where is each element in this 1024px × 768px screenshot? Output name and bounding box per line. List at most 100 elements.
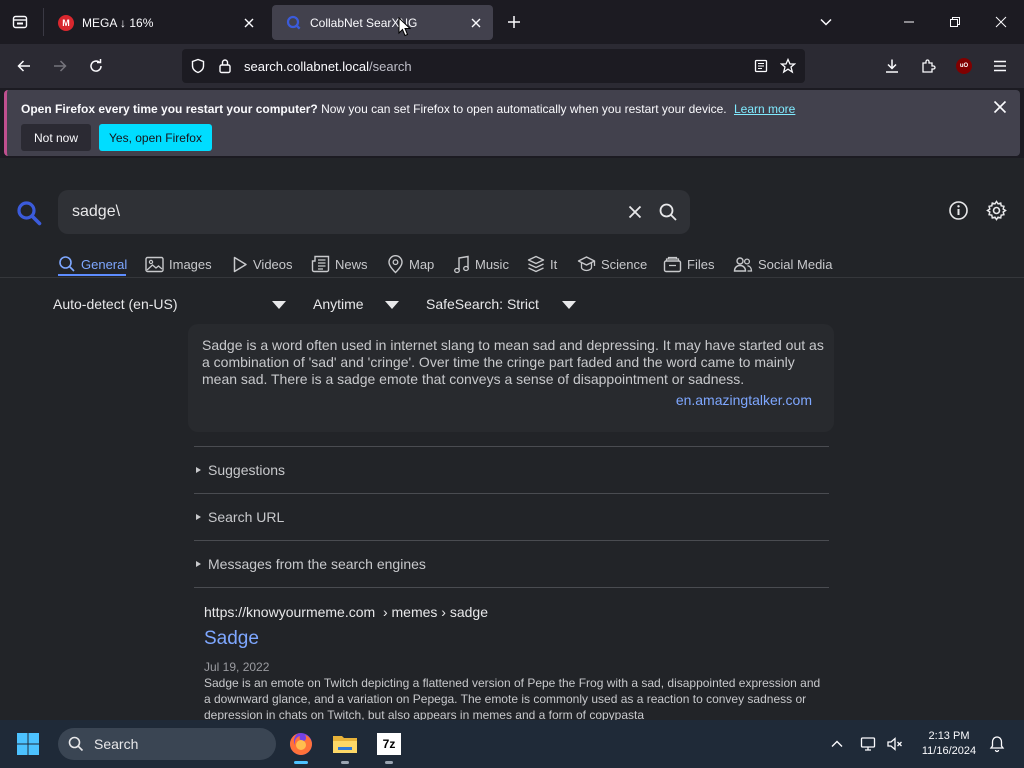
url-bar[interactable]: search.collabnet.local/search: [182, 49, 805, 83]
puzzle-icon: [922, 59, 936, 73]
minimize-button[interactable]: [886, 0, 932, 44]
running-indicator: [385, 761, 393, 764]
start-button[interactable]: [16, 732, 40, 756]
clear-icon[interactable]: [628, 205, 642, 219]
chevron-down-icon[interactable]: [562, 301, 576, 309]
search-icon: [59, 256, 75, 272]
time-range-select[interactable]: Anytime: [313, 296, 364, 312]
mega-icon: M: [58, 14, 74, 31]
safesearch-select[interactable]: SafeSearch: Strict: [426, 296, 539, 312]
language-select[interactable]: Auto-detect (en-US): [53, 296, 178, 312]
star-icon[interactable]: [780, 58, 796, 74]
restore-button[interactable]: [932, 0, 978, 44]
ublock-origin-button[interactable]: uO: [948, 50, 980, 82]
extensions-button[interactable]: [912, 50, 944, 82]
learn-more-link[interactable]: Learn more: [734, 102, 795, 116]
active-indicator: [294, 761, 308, 764]
not-now-button[interactable]: Not now: [21, 124, 91, 151]
chevron-up-icon[interactable]: [830, 737, 844, 751]
science-icon: [577, 256, 596, 272]
search-url-section[interactable]: Search URL: [194, 493, 829, 540]
ublock-icon: uO: [956, 58, 972, 74]
back-button[interactable]: [8, 50, 40, 82]
search-box[interactable]: sadge\: [58, 190, 690, 234]
close-icon[interactable]: [993, 100, 1007, 114]
reload-button[interactable]: [80, 50, 112, 82]
yes-open-firefox-button[interactable]: Yes, open Firefox: [99, 124, 212, 151]
layers-icon: [527, 255, 545, 273]
firefox-icon: [290, 733, 312, 755]
suggestions-section[interactable]: Suggestions: [194, 446, 829, 493]
result-title-link[interactable]: Sadge: [204, 628, 259, 650]
tab-images[interactable]: Images: [145, 252, 212, 276]
hamburger-menu-icon: [994, 60, 1006, 72]
search-result: https://knowyourmeme.com › memes › sadge…: [204, 604, 829, 720]
tab-mega[interactable]: M MEGA ↓ 16%: [44, 5, 266, 40]
minimize-icon: [904, 21, 914, 23]
search-input[interactable]: sadge\: [72, 203, 120, 221]
network-icon[interactable]: [860, 735, 878, 753]
taskbar-7zip[interactable]: 7z: [371, 726, 407, 764]
triangle-right-icon: [196, 561, 201, 567]
result-url[interactable]: https://knowyourmeme.com › memes › sadge: [204, 604, 829, 620]
windows-taskbar: Search 7z 2:13 PM 11/16/2024: [0, 720, 1024, 768]
search-icon: [68, 736, 84, 752]
reader-view-icon[interactable]: [754, 59, 768, 73]
result-snippet: Sadge is an emote on Twitch depicting a …: [204, 676, 821, 720]
tab-searxng[interactable]: CollabNet SearXNG: [272, 5, 493, 40]
lock-icon[interactable]: [218, 58, 232, 74]
play-icon: [233, 256, 247, 272]
chevron-down-icon[interactable]: [385, 301, 399, 309]
tab-general[interactable]: General: [58, 252, 127, 276]
firefox-view-icon[interactable]: [8, 10, 32, 34]
tab-videos[interactable]: Videos: [232, 252, 293, 276]
engine-messages-section[interactable]: Messages from the search engines: [194, 540, 829, 587]
answer-source-link[interactable]: en.amazingtalker.com: [676, 392, 812, 408]
answer-infobox: Sadge is a word often used in internet s…: [188, 324, 834, 432]
taskbar-search[interactable]: Search: [58, 728, 276, 760]
url-text[interactable]: search.collabnet.local/search: [244, 59, 412, 74]
arrow-right-icon: [54, 60, 67, 72]
close-icon[interactable]: [242, 16, 256, 30]
page-content: sadge\ General Images Videos News Map Mu: [0, 158, 1024, 720]
volume-muted-icon[interactable]: [886, 735, 904, 753]
tab-it[interactable]: It: [527, 252, 557, 276]
result-date: Jul 19, 2022: [204, 660, 270, 674]
windows-logo-icon: [17, 733, 39, 755]
shield-icon[interactable]: [190, 58, 206, 74]
close-window-button[interactable]: [978, 0, 1024, 44]
notification-bar: Open Firefox every time you restart your…: [4, 90, 1020, 156]
arrow-left-icon: [17, 60, 30, 72]
close-icon: [995, 16, 1007, 28]
close-icon[interactable]: [469, 16, 483, 30]
taskbar-file-explorer[interactable]: [327, 726, 363, 764]
downloads-button[interactable]: [876, 50, 908, 82]
new-tab-button[interactable]: [502, 10, 526, 34]
searxng-logo-icon[interactable]: [16, 200, 42, 226]
clock-date: 11/16/2024: [921, 745, 977, 757]
tab-map[interactable]: Map: [387, 252, 434, 276]
tab-news[interactable]: News: [311, 252, 368, 276]
tab-science[interactable]: Science: [577, 252, 647, 276]
gear-icon[interactable]: [986, 200, 1007, 221]
forward-button[interactable]: [44, 50, 76, 82]
triangle-right-icon: [196, 514, 201, 520]
search-icon[interactable]: [658, 202, 678, 222]
category-tabs: General Images Videos News Map Music It: [0, 248, 1024, 278]
restore-icon: [950, 17, 960, 27]
taskbar-clock[interactable]: 2:13 PM 11/16/2024: [914, 729, 984, 759]
taskbar-firefox[interactable]: [283, 726, 319, 764]
tab-files[interactable]: Files: [663, 252, 714, 276]
file-explorer-icon: [333, 736, 357, 753]
tab-social-media[interactable]: Social Media: [733, 252, 832, 276]
bell-icon[interactable]: [988, 735, 1006, 753]
navigation-toolbar: search.collabnet.local/search uO: [0, 44, 1024, 88]
list-all-tabs-button[interactable]: [814, 10, 838, 34]
menu-button[interactable]: [984, 50, 1016, 82]
triangle-right-icon: [196, 467, 201, 473]
chevron-down-icon[interactable]: [272, 301, 286, 309]
info-icon[interactable]: [948, 200, 969, 221]
tab-music[interactable]: Music: [453, 252, 509, 276]
7zip-icon: 7z: [377, 733, 401, 755]
running-indicator: [341, 761, 349, 764]
